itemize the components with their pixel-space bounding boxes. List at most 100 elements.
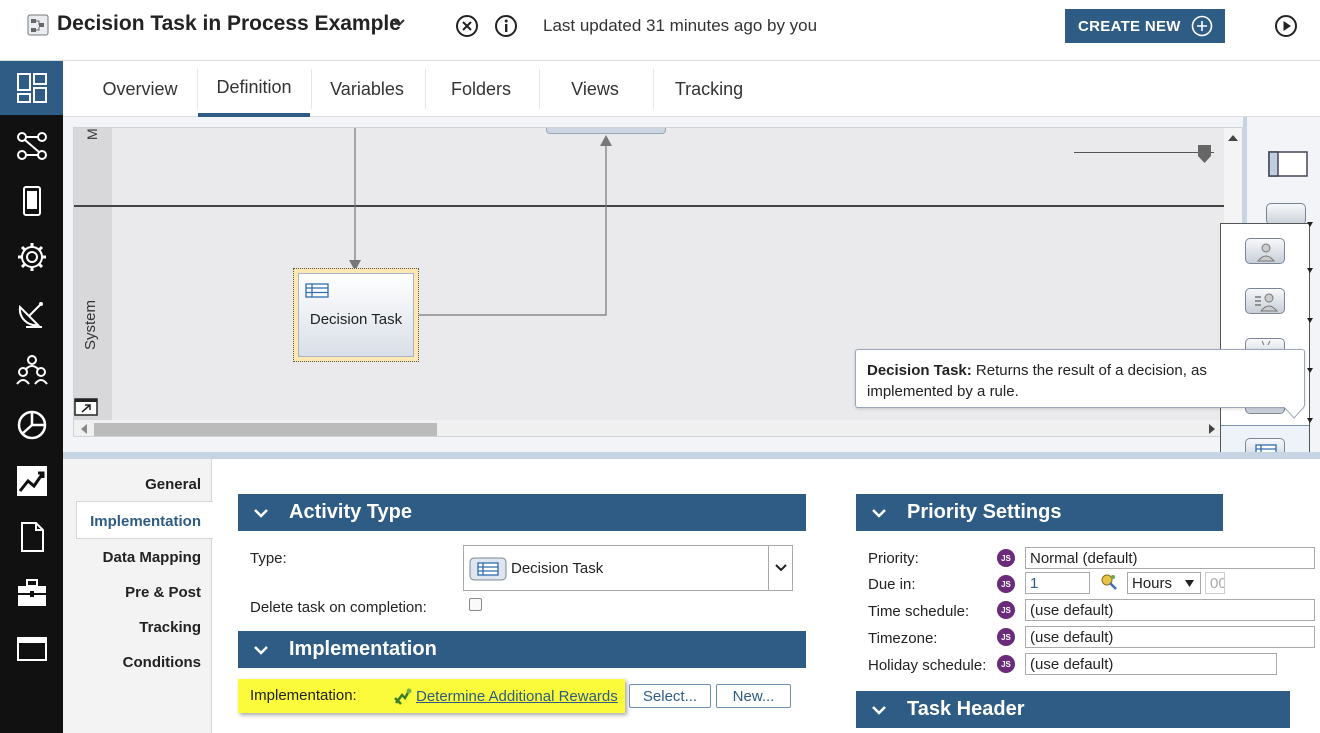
decision-rule-icon <box>394 688 412 705</box>
holiday-schedule-select[interactable]: (use default) <box>1025 653 1277 675</box>
activity-type-value: Decision Task <box>511 560 604 577</box>
mobile-icon <box>22 186 41 216</box>
priority-label: Priority: <box>868 550 919 567</box>
select-arrow-area[interactable] <box>768 546 792 590</box>
window-icon <box>16 637 47 661</box>
chevron-down-icon <box>254 508 268 518</box>
sidebar-item-integration[interactable] <box>0 286 63 340</box>
upstream-activity[interactable] <box>546 128 666 134</box>
sidebar-item-documents[interactable] <box>0 510 63 564</box>
palette-approval-task[interactable] <box>1245 288 1285 314</box>
tab-bar: Overview Definition Variables Folders Vi… <box>63 61 1320 117</box>
page-title: Decision Task in Process Example <box>57 12 401 35</box>
user-list-icon <box>1255 293 1279 312</box>
activity-type-select[interactable]: Decision Task <box>463 545 793 591</box>
priority-settings-header[interactable]: Priority Settings <box>856 494 1223 531</box>
decision-table-icon <box>469 557 507 581</box>
process-flow-icon <box>16 132 47 160</box>
tooltip-pointer <box>1284 407 1304 419</box>
tab-tracking[interactable]: Tracking <box>654 61 764 117</box>
sidebar-item-reports[interactable] <box>0 398 63 452</box>
section-title: Task Header <box>907 698 1025 720</box>
javascript-badge[interactable]: JS <box>997 575 1015 593</box>
sidebar-item-mobile[interactable] <box>0 174 63 228</box>
nav-implementation[interactable]: Implementation <box>90 513 201 530</box>
toolbox-icon <box>17 579 46 606</box>
dropdown-arrow-icon <box>1185 580 1194 587</box>
scroll-right-icon[interactable] <box>1208 424 1216 434</box>
javascript-badge[interactable]: JS <box>997 655 1015 673</box>
activity-type-header[interactable]: Activity Type <box>238 494 806 531</box>
user-icon <box>1256 243 1276 262</box>
implementation-label: Implementation: <box>250 687 357 704</box>
horizontal-scroll-thumb[interactable] <box>94 423 437 436</box>
section-title: Activity Type <box>289 501 412 523</box>
chevron-down-icon <box>254 645 268 655</box>
scroll-up-icon[interactable] <box>1228 134 1238 142</box>
sidebar-item-teams[interactable] <box>0 342 63 396</box>
due-extra-field[interactable]: 00 <box>1205 572 1225 594</box>
zoom-slider-track[interactable] <box>1074 152 1214 153</box>
palette-toggle-icon[interactable] <box>1268 151 1308 177</box>
timezone-select[interactable]: (use default) <box>1025 626 1315 648</box>
properties-panel: General Implementation Data Mapping Pre … <box>63 459 1320 733</box>
panel-splitter[interactable] <box>63 452 1320 459</box>
sidebar-item-processes[interactable] <box>0 118 63 172</box>
holiday-schedule-label: Holiday schedule: <box>868 657 987 674</box>
sidebar-item-dashboard[interactable] <box>0 61 63 115</box>
tab-definition[interactable]: Definition <box>198 61 310 117</box>
palette-dropdown-arrows <box>1307 222 1313 423</box>
javascript-badge[interactable]: JS <box>997 601 1015 619</box>
play-icon[interactable] <box>1274 14 1298 38</box>
sidebar-item-performance[interactable] <box>0 454 63 508</box>
palette-user-task[interactable] <box>1245 238 1285 264</box>
sidebar-item-settings[interactable] <box>0 230 63 284</box>
variable-picker-icon[interactable] <box>1099 572 1119 592</box>
decision-task-activity[interactable]: Decision Task <box>293 268 419 362</box>
priority-select[interactable]: Normal (default) <box>1025 547 1315 569</box>
pie-chart-icon <box>17 410 46 440</box>
palette-item-activity[interactable] <box>1266 203 1306 225</box>
nav-conditions[interactable]: Conditions <box>123 654 201 671</box>
plus-circle-icon <box>1191 15 1213 37</box>
new-button[interactable]: New... <box>716 684 791 708</box>
implementation-header[interactable]: Implementation <box>238 631 806 668</box>
due-in-label: Due in: <box>868 576 916 593</box>
select-button[interactable]: Select... <box>629 684 711 708</box>
due-unit-select[interactable]: Hours <box>1127 572 1201 594</box>
sidebar-item-folders[interactable] <box>0 622 63 676</box>
satellite-dish-icon <box>18 302 43 328</box>
top-header: Decision Task in Process Example Last up… <box>0 0 1320 61</box>
sidebar-item-toolkits[interactable] <box>0 566 63 620</box>
tab-views[interactable]: Views <box>540 61 650 117</box>
task-header-section[interactable]: Task Header <box>856 691 1290 728</box>
nav-data-mapping[interactable]: Data Mapping <box>103 549 201 566</box>
type-label: Type: <box>250 550 287 567</box>
close-circle-icon[interactable] <box>455 14 479 38</box>
section-title: Priority Settings <box>907 501 1062 523</box>
chevron-down-icon <box>872 705 886 715</box>
due-in-input[interactable]: 1 <box>1025 572 1090 594</box>
tab-folders[interactable]: Folders <box>426 61 536 117</box>
javascript-badge[interactable]: JS <box>997 628 1015 646</box>
tab-overview[interactable]: Overview <box>85 61 195 117</box>
nav-general[interactable]: General <box>145 476 201 493</box>
due-unit-value: Hours <box>1132 574 1173 592</box>
create-new-button[interactable]: CREATE NEW <box>1065 9 1225 43</box>
document-icon <box>20 522 44 552</box>
gear-icon <box>17 243 46 271</box>
info-icon[interactable] <box>494 14 518 38</box>
scroll-left-icon[interactable] <box>80 424 88 434</box>
javascript-badge[interactable]: JS <box>997 549 1015 567</box>
tab-variables[interactable]: Variables <box>312 61 422 117</box>
nav-pre-post[interactable]: Pre & Post <box>125 584 201 601</box>
nav-tracking[interactable]: Tracking <box>139 619 201 636</box>
horizontal-scrollbar[interactable] <box>74 420 1224 436</box>
delete-task-checkbox[interactable] <box>469 598 482 611</box>
time-schedule-select[interactable]: (use default) <box>1025 599 1315 621</box>
zoom-slider-handle[interactable] <box>1198 145 1211 163</box>
section-title: Implementation <box>289 638 437 660</box>
implementation-link[interactable]: Determine Additional Rewards <box>416 688 618 705</box>
chevron-down-icon[interactable] <box>391 15 407 31</box>
tooltip-title: Decision Task: <box>867 362 972 379</box>
